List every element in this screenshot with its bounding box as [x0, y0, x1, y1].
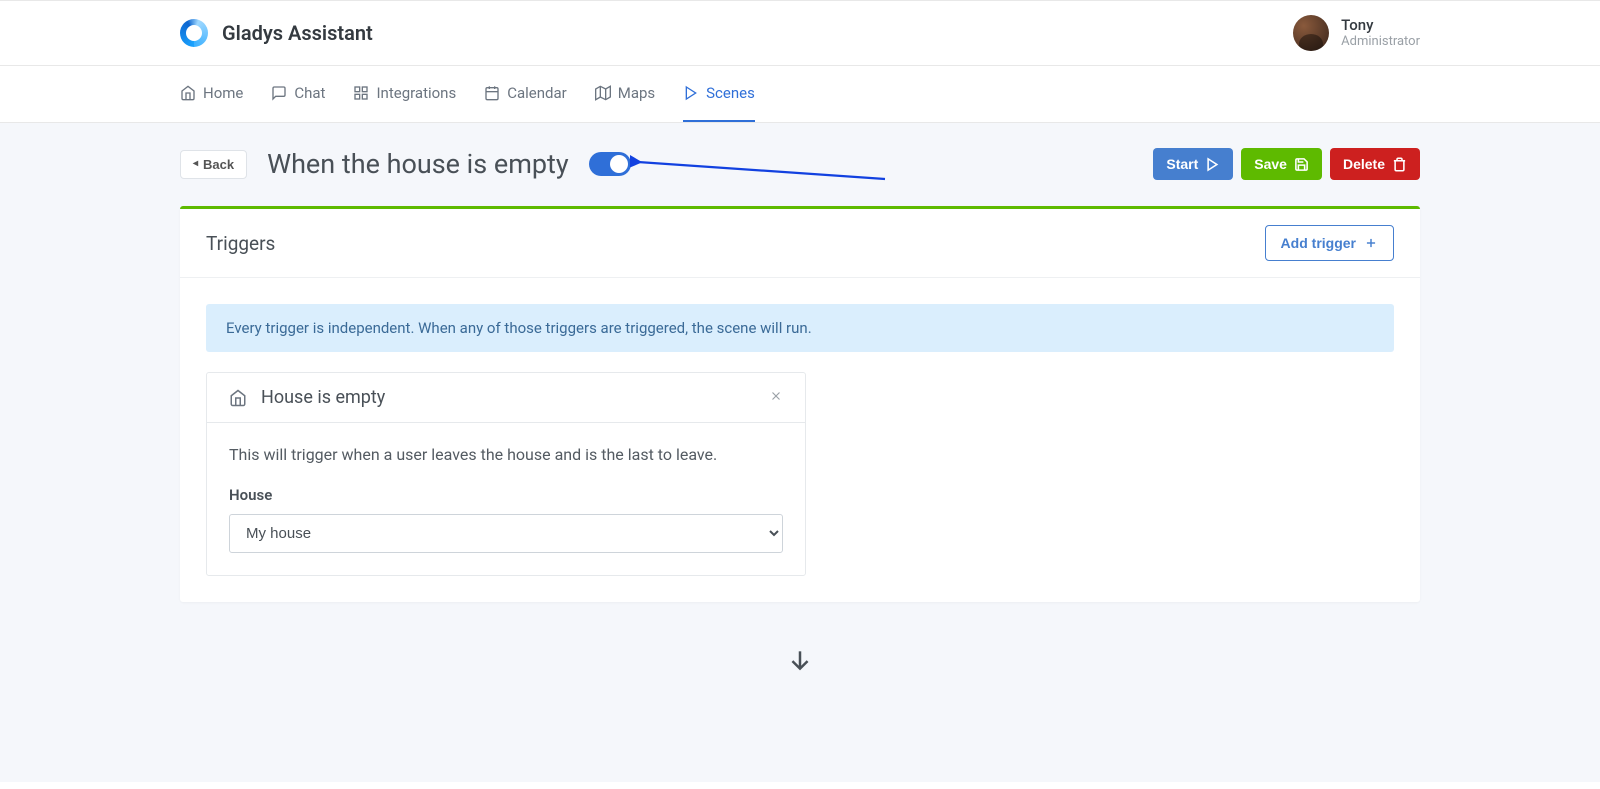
nav-scenes[interactable]: Scenes [683, 66, 755, 122]
brand-name: Gladys Assistant [222, 21, 373, 45]
avatar [1293, 15, 1329, 51]
trigger-title: House is empty [261, 387, 385, 408]
start-button[interactable]: Start [1153, 148, 1233, 180]
nav-integrations[interactable]: Integrations [353, 66, 456, 122]
user-role: Administrator [1341, 34, 1420, 50]
nav-integrations-label: Integrations [376, 84, 456, 102]
brand[interactable]: Gladys Assistant [180, 19, 373, 47]
nav-chat[interactable]: Chat [271, 66, 325, 122]
plus-icon [1364, 236, 1378, 250]
back-button[interactable]: Back [180, 150, 247, 179]
chat-icon [271, 85, 287, 101]
delete-button-label: Delete [1343, 156, 1385, 172]
nav-home-label: Home [203, 84, 243, 102]
scene-header: Back When the house is empty Start Save [180, 148, 1420, 180]
triggers-title: Triggers [206, 232, 275, 255]
house-select-label: House [229, 486, 783, 504]
play-icon [683, 85, 699, 101]
trigger-close-button[interactable] [769, 387, 783, 408]
top-bar: Gladys Assistant Tony Administrator [0, 0, 1600, 66]
delete-button[interactable]: Delete [1330, 148, 1420, 180]
page-body: Back When the house is empty Start Save [0, 123, 1600, 782]
scene-title: When the house is empty [267, 148, 569, 180]
house-select[interactable]: My house [229, 514, 783, 553]
nav-home[interactable]: Home [180, 66, 243, 122]
close-icon [769, 389, 783, 403]
nav-scenes-label: Scenes [706, 84, 755, 102]
add-trigger-label: Add trigger [1281, 235, 1356, 251]
home-icon [180, 85, 196, 101]
main-nav: Home Chat Integrations Calendar Maps [0, 66, 1600, 123]
trigger-card: House is empty This will trigger when a … [206, 372, 806, 576]
brand-logo-icon [180, 19, 208, 47]
annotation-arrow-icon [630, 154, 890, 184]
save-button-label: Save [1254, 156, 1287, 172]
play-icon [1205, 157, 1220, 172]
calendar-icon [484, 85, 500, 101]
triggers-info-alert: Every trigger is independent. When any o… [206, 304, 1394, 352]
trash-icon [1392, 157, 1407, 172]
nav-maps[interactable]: Maps [595, 66, 655, 122]
add-trigger-button[interactable]: Add trigger [1265, 225, 1394, 261]
trigger-description: This will trigger when a user leaves the… [229, 445, 783, 464]
scene-enable-toggle[interactable] [589, 152, 631, 176]
nav-calendar[interactable]: Calendar [484, 66, 567, 122]
start-button-label: Start [1166, 156, 1198, 172]
nav-chat-label: Chat [294, 84, 325, 102]
save-button[interactable]: Save [1241, 148, 1322, 180]
down-arrow-icon [180, 647, 1420, 677]
user-name: Tony [1341, 16, 1420, 34]
home-icon [229, 389, 247, 407]
map-icon [595, 85, 611, 101]
back-button-label: Back [203, 157, 234, 172]
grid-icon [353, 85, 369, 101]
nav-calendar-label: Calendar [507, 84, 567, 102]
save-icon [1294, 157, 1309, 172]
triggers-card: Triggers Add trigger Every trigger is in… [180, 206, 1420, 602]
nav-maps-label: Maps [618, 84, 655, 102]
user-menu[interactable]: Tony Administrator [1293, 15, 1420, 51]
